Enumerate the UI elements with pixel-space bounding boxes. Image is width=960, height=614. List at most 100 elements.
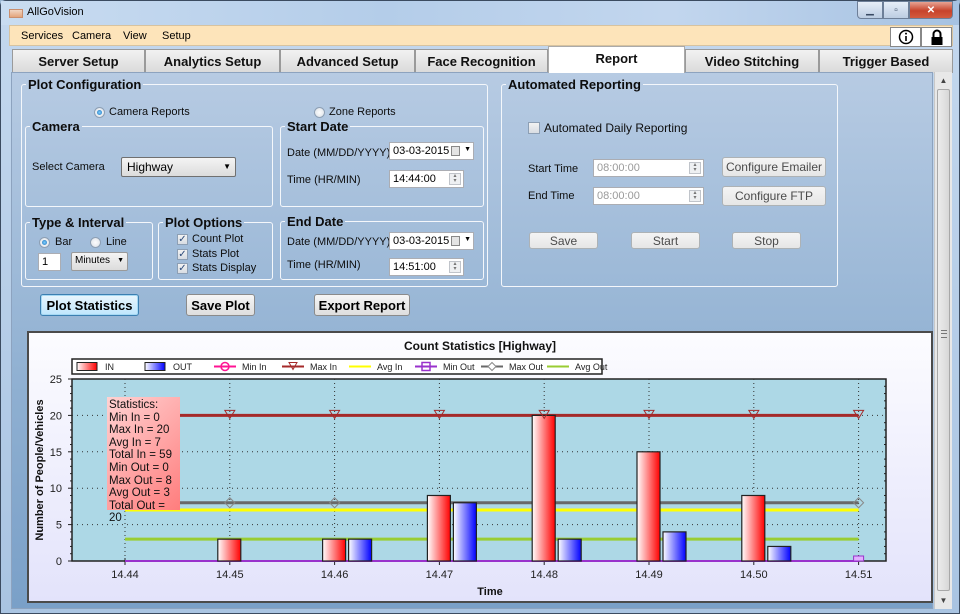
- group-title: Automated Reporting: [508, 77, 641, 92]
- camera-reports-radio[interactable]: [94, 107, 105, 118]
- scroll-up-icon[interactable]: ▲: [935, 72, 952, 88]
- stats-line: Total In = 59: [109, 449, 172, 462]
- x-tick-label: 14.47: [426, 569, 454, 581]
- interval-input[interactable]: 1: [38, 253, 61, 271]
- end-date-picker[interactable]: 03-03-2015 ▼: [389, 232, 474, 250]
- interval-unit-select[interactable]: Minutes ▼: [71, 252, 128, 271]
- bar-out: [767, 545, 792, 562]
- tab-server-setup[interactable]: Server Setup: [12, 49, 145, 73]
- tab-analytics-setup[interactable]: Analytics Setup: [145, 49, 280, 73]
- select-camera-label: Select Camera: [32, 161, 105, 173]
- stats-line: Min In = 0: [109, 411, 160, 424]
- legend-label: Min Out: [443, 362, 475, 372]
- menu-services[interactable]: Services: [21, 30, 63, 42]
- plot-statistics-button[interactable]: Plot Statistics: [40, 294, 139, 316]
- spinner-icon[interactable]: ▴ ▾: [689, 162, 701, 174]
- stats-plot-checkbox[interactable]: ✓: [177, 249, 188, 260]
- stats-line: Avg Out = 3: [109, 487, 170, 500]
- menu-camera[interactable]: Camera: [72, 30, 111, 42]
- stats-line: Max Out = 8: [109, 474, 172, 487]
- x-tick-label: 14.45: [216, 569, 244, 581]
- camera-select[interactable]: Highway ▼: [121, 157, 236, 177]
- legend-label: Avg Out: [575, 362, 608, 372]
- automated-daily-checkbox[interactable]: [528, 122, 540, 134]
- line-radio[interactable]: [90, 237, 101, 248]
- stats-line: Max In = 20: [109, 424, 170, 437]
- legend-label: Max In: [310, 362, 337, 372]
- scroll-thumb[interactable]: [937, 89, 950, 591]
- menu-view[interactable]: View: [123, 30, 147, 42]
- camera-select-value: Highway: [127, 160, 174, 174]
- tab-face-recognition[interactable]: Face Recognition: [415, 49, 548, 73]
- line-label: Line: [106, 236, 127, 248]
- spinner-icon[interactable]: ▴ ▾: [449, 173, 461, 185]
- chevron-down-icon: ▼: [464, 236, 471, 243]
- info-icon: [898, 29, 913, 45]
- x-tick-label: 14.46: [321, 569, 349, 581]
- tab-video-stitching[interactable]: Video Stitching: [685, 49, 819, 73]
- start-time-value: 14:44:00: [393, 173, 436, 185]
- y-tick-label: 10: [50, 483, 62, 495]
- start-date-label: Date (MM/DD/YYYY): [287, 147, 391, 159]
- tab-trigger-based[interactable]: Trigger Based: [819, 49, 953, 73]
- auto-start-time-value: 08:00:00: [597, 162, 640, 174]
- bar-in: [322, 538, 347, 562]
- bar-radio[interactable]: [39, 237, 50, 248]
- info-button[interactable]: [890, 27, 921, 47]
- y-tick-label: 5: [56, 520, 62, 532]
- count-plot-checkbox[interactable]: ✓: [177, 234, 188, 245]
- legend-label: OUT: [173, 362, 193, 372]
- tab-label: Analytics Setup: [163, 54, 262, 69]
- tab-label: Trigger Based: [842, 54, 930, 69]
- tab-label: Report: [595, 50, 638, 66]
- y-tick-label: 15: [50, 447, 62, 459]
- configure-ftp-button[interactable]: Configure FTP: [722, 186, 826, 206]
- y-tick-label: 0: [56, 556, 62, 568]
- minimize-button[interactable]: ▁: [857, 1, 883, 19]
- spinner-icon[interactable]: ▴ ▾: [449, 261, 461, 273]
- window-title: AllGoVision: [27, 6, 84, 18]
- lock-icon: [931, 29, 942, 45]
- title-bar: AllGoVision ▁ ▫ ✕: [1, 1, 959, 25]
- maximize-button[interactable]: ▫: [883, 1, 909, 19]
- chevron-down-icon: ▼: [223, 162, 231, 171]
- scroll-down-icon[interactable]: ▼: [935, 592, 952, 608]
- end-time-label: Time (HR/MIN): [287, 259, 361, 271]
- tab-advanced-setup[interactable]: Advanced Setup: [280, 49, 415, 73]
- stats-line: Total Out = 20: [109, 499, 165, 525]
- configure-emailer-button[interactable]: Configure Emailer: [722, 157, 826, 177]
- stats-display-checkbox[interactable]: ✓: [177, 263, 188, 274]
- start-time-input[interactable]: 14:44:00 ▴ ▾: [389, 170, 464, 188]
- close-icon: ✕: [926, 4, 936, 16]
- auto-save-button[interactable]: Save: [529, 232, 598, 249]
- auto-stop-button[interactable]: Stop: [732, 232, 801, 249]
- menu-setup[interactable]: Setup: [162, 30, 191, 42]
- tab-label: Server Setup: [38, 54, 119, 69]
- auto-start-time-label: Start Time: [528, 163, 579, 175]
- auto-end-time-input[interactable]: 08:00:00 ▴ ▾: [593, 187, 704, 205]
- automated-reporting-group: Automated Reporting: [501, 77, 838, 287]
- group-title: Plot Options: [165, 215, 243, 230]
- tab-report[interactable]: Report: [548, 46, 685, 73]
- tab-label: Face Recognition: [427, 54, 536, 69]
- export-report-button[interactable]: Export Report: [314, 294, 410, 316]
- start-date-picker[interactable]: 03-03-2015 ▼: [389, 142, 474, 160]
- spinner-icon[interactable]: ▴ ▾: [689, 190, 701, 202]
- app-window: AllGoVision ▁ ▫ ✕ Services Camera View S…: [0, 0, 960, 614]
- save-plot-button[interactable]: Save Plot: [186, 294, 255, 316]
- bar-in: [636, 451, 661, 562]
- zone-reports-radio[interactable]: [314, 107, 325, 118]
- lock-button[interactable]: [921, 27, 952, 47]
- auto-start-button[interactable]: Start: [631, 232, 700, 249]
- grip-icon: [941, 330, 947, 338]
- y-tick-label: 20: [50, 410, 62, 422]
- end-time-input[interactable]: 14:51:00 ▴ ▾: [389, 258, 464, 276]
- chevron-down-icon: ▼: [117, 257, 124, 264]
- bar-in: [426, 494, 451, 562]
- vertical-scrollbar[interactable]: ▲ ▼: [934, 72, 952, 609]
- auto-end-time-value: 08:00:00: [597, 190, 640, 202]
- legend-swatch-in: [76, 362, 98, 371]
- auto-start-time-input[interactable]: 08:00:00 ▴ ▾: [593, 159, 704, 177]
- close-button[interactable]: ✕: [909, 1, 953, 19]
- count-plot-label: Count Plot: [192, 233, 244, 245]
